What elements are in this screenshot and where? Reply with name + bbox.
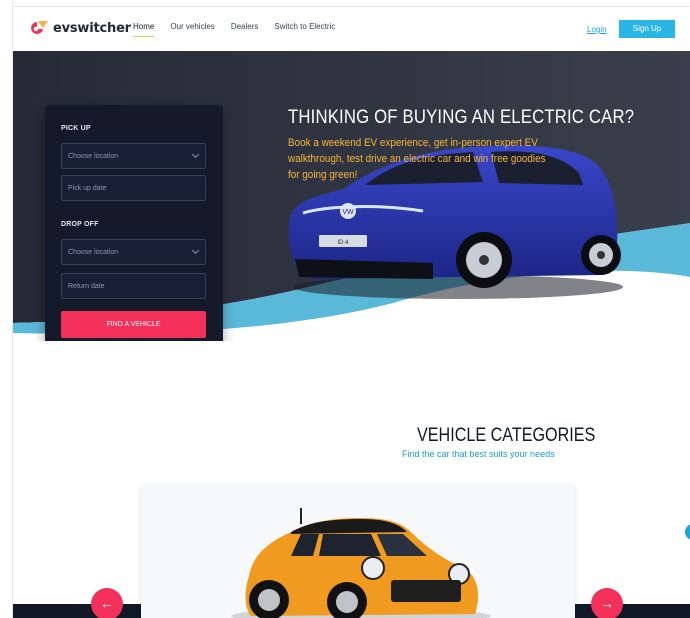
nav-switch-to-electric[interactable]: Switch to Electric: [274, 22, 335, 37]
pickup-date-input[interactable]: Pick up date: [61, 175, 206, 201]
chat-widget-tab[interactable]: [685, 524, 690, 540]
signup-button[interactable]: Sign Up: [619, 20, 675, 38]
chevron-down-icon: [191, 246, 200, 255]
nav-our-vehicles[interactable]: Our vehicles: [170, 22, 214, 37]
hero-section: VW ID.4 PICK UP Choose location Pick up …: [13, 51, 690, 341]
logo-mark-icon: [31, 21, 48, 34]
carousel-next-button[interactable]: →: [591, 588, 623, 618]
hero-subtitle: Book a weekend EV experience, get in-per…: [288, 137, 546, 181]
return-date-placeholder: Return date: [68, 283, 105, 290]
nav-home[interactable]: Home: [133, 22, 155, 37]
find-vehicle-button[interactable]: FIND A VEHICLE: [61, 311, 206, 338]
hero-title: THINKING OF BUYING AN ELECTRIC CAR?: [288, 107, 635, 128]
pickup-date-placeholder: Pick up date: [68, 185, 107, 192]
mini-car-image: [231, 508, 491, 618]
dropoff-label: DROP OFF: [61, 221, 99, 228]
category-card[interactable]: [141, 484, 575, 618]
main-nav: Home Our vehicles Dealers Switch to Elec…: [133, 22, 335, 37]
booking-panel: PICK UP Choose location Pick up date DRO…: [45, 105, 223, 341]
pickup-label: PICK UP: [61, 125, 91, 132]
car-plate: ID.4: [337, 240, 349, 246]
pickup-location-value: Choose location: [68, 153, 119, 160]
arrow-right-icon: →: [600, 595, 614, 611]
categories-subtitle: Find the car that best suits your needs: [402, 449, 555, 459]
dropoff-location-select[interactable]: Choose location: [61, 239, 206, 265]
arrow-left-icon: ←: [100, 595, 114, 611]
categories-title: VEHICLE CATEGORIES: [417, 425, 596, 446]
carousel-prev-button[interactable]: ←: [91, 588, 123, 618]
brand-logo[interactable]: evswitcher: [29, 20, 131, 36]
chevron-down-icon: [191, 150, 200, 159]
site-header: evswitcher Home Our vehicles Dealers Swi…: [13, 6, 690, 50]
login-link[interactable]: Login: [587, 25, 607, 34]
nav-dealers[interactable]: Dealers: [231, 22, 259, 37]
pickup-location-select[interactable]: Choose location: [61, 143, 206, 169]
brand-name: evswitcher: [53, 20, 131, 36]
dropoff-location-value: Choose location: [68, 249, 119, 256]
return-date-input[interactable]: Return date: [61, 273, 206, 299]
browser-viewport: evswitcher Home Our vehicles Dealers Swi…: [12, 0, 690, 618]
svg-text:VW: VW: [342, 209, 354, 216]
